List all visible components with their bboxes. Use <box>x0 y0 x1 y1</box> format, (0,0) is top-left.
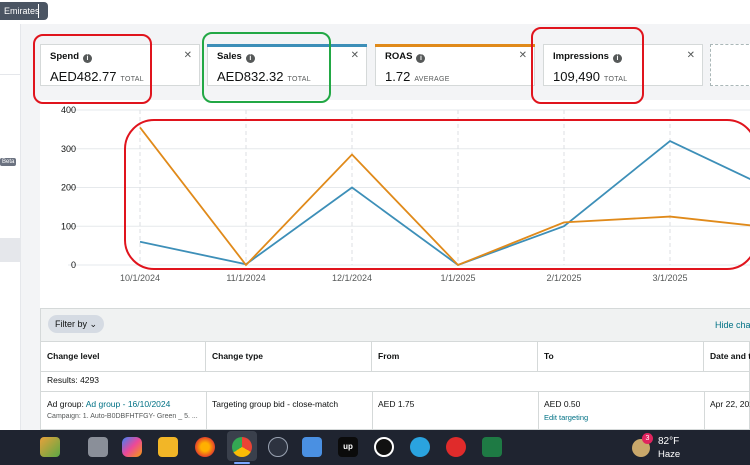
info-icon[interactable]: i <box>416 54 426 63</box>
weather-desc: Haze <box>658 449 681 460</box>
campaign-name: Campaign: 1. Auto-B0DBFHTFGY- Green _ 5.… <box>47 413 198 420</box>
annotation-spend <box>33 34 152 104</box>
add-metric-slot[interactable] <box>710 44 750 86</box>
main-content: Spend i ✕ AED482.77 TOTAL Sales i ✕ AED832.… <box>33 24 750 431</box>
y-tick-label: 300 <box>61 144 76 154</box>
y-tick-label: 0 <box>71 260 76 270</box>
x-tick-label: 11/1/2024 <box>226 273 265 283</box>
contacts-icon[interactable] <box>302 437 322 457</box>
ad-group-link[interactable]: Ad group - 16/10/2024 <box>86 399 171 409</box>
column-header[interactable]: From <box>372 341 538 371</box>
chrome-icon[interactable] <box>232 437 252 457</box>
y-tick-label: 200 <box>61 183 76 193</box>
metric-card-roas[interactable]: ROAS i ✕ 1.72 AVERAGE <box>375 44 535 86</box>
x-tick-label: 10/1/2024 <box>120 273 160 283</box>
notification-badge: 3 <box>642 433 653 444</box>
sidebar-item-selected[interactable] <box>0 238 20 262</box>
date-cell: Apr 22, 2025 <box>710 399 750 409</box>
y-tick-label: 400 <box>61 105 76 115</box>
widgets-icon[interactable] <box>40 437 60 457</box>
level-prefix: Ad group: <box>47 399 86 409</box>
weather-temp: 82°F <box>658 436 680 447</box>
annotation-sales <box>202 32 331 103</box>
text-caret <box>38 4 39 18</box>
annotation-chart <box>124 119 750 270</box>
close-icon[interactable]: ✕ <box>351 50 359 61</box>
series-color-bar <box>375 44 535 47</box>
change-type-cell: Targeting group bid - close-match <box>212 399 339 409</box>
x-tick-label: 3/1/2025 <box>652 273 687 283</box>
marketplace-selector[interactable]: Emirates <box>0 2 48 20</box>
left-sidebar: Beta <box>0 24 21 430</box>
top-bar: Emirates <box>0 0 750 24</box>
y-tick-label: 100 <box>61 221 76 231</box>
to-cell: AED 0.50 <box>544 399 581 409</box>
telegram-icon[interactable] <box>410 437 430 457</box>
app-icon[interactable] <box>268 437 288 457</box>
task-view-icon[interactable] <box>88 437 108 457</box>
taskbar: up 3 82°F Haze <box>0 430 750 465</box>
column-header[interactable]: Change type <box>206 341 372 371</box>
metric-value: 1.72 <box>385 69 411 84</box>
column-header[interactable]: Change level <box>41 341 206 371</box>
results-count: Results: 4293 <box>47 375 99 385</box>
filter-by-label: Filter by <box>55 319 88 329</box>
opera-icon[interactable] <box>446 437 466 457</box>
metric-unit: AVERAGE <box>414 76 450 83</box>
x-tick-label: 1/1/2025 <box>440 273 475 283</box>
upwork-icon[interactable]: up <box>338 437 358 457</box>
column-header[interactable]: To <box>538 341 704 371</box>
record-icon[interactable] <box>374 437 394 457</box>
beta-badge: Beta <box>0 158 17 166</box>
weather-widget[interactable]: 3 82°F Haze <box>632 433 742 463</box>
sidebar-divider <box>0 74 20 75</box>
hide-chart-link[interactable]: Hide chart <box>715 320 750 330</box>
close-icon[interactable]: ✕ <box>184 50 192 61</box>
change-history-table: Filter by ⌄ Hide chart Change level Chan… <box>40 308 750 431</box>
chevron-down-icon: ⌄ <box>89 319 98 329</box>
table-row: Ad group: Ad group - 16/10/2024 <box>47 399 203 409</box>
edit-targeting-link[interactable]: Edit targeting <box>544 413 700 422</box>
close-icon[interactable]: ✕ <box>519 50 527 61</box>
from-cell: AED 1.75 <box>378 399 415 409</box>
x-tick-label: 12/1/2024 <box>332 273 372 283</box>
filter-by-button[interactable]: Filter by ⌄ <box>48 315 105 333</box>
column-header[interactable]: Date and time <box>704 341 750 371</box>
excel-icon[interactable] <box>482 437 502 457</box>
firefox-icon[interactable] <box>195 437 215 457</box>
x-tick-label: 2/1/2025 <box>546 273 581 283</box>
close-icon[interactable]: ✕ <box>687 50 695 61</box>
row-divider <box>41 391 750 392</box>
annotation-impressions <box>531 27 644 104</box>
header-divider <box>41 371 750 372</box>
file-explorer-icon[interactable] <box>158 437 178 457</box>
copilot-icon[interactable] <box>122 437 142 457</box>
metric-title: ROAS <box>385 51 413 62</box>
table-toolbar: Filter by ⌄ Hide chart <box>41 309 750 342</box>
marketplace-label: Emirates <box>4 6 40 16</box>
